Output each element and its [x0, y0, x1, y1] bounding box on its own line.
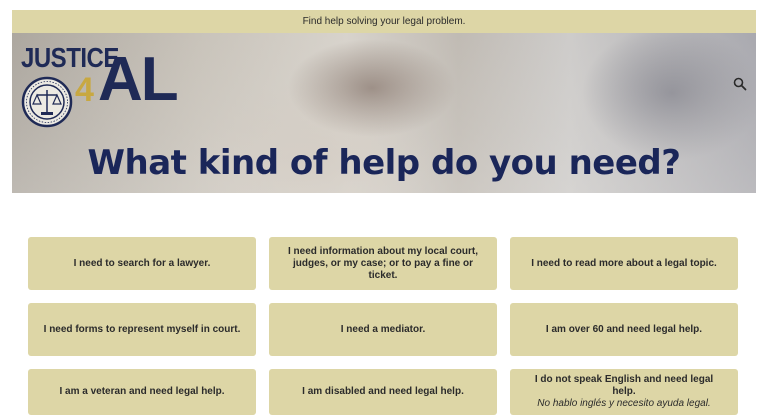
forms-button[interactable]: I need forms to represent myself in cour…: [28, 303, 256, 356]
logo-four-text[interactable]: 4: [75, 71, 94, 110]
card-label: I need forms to represent myself in cour…: [43, 323, 241, 335]
card-label: I am a veteran and need legal help.: [59, 386, 225, 397]
search-icon[interactable]: [733, 77, 747, 91]
card-label: I need to read more about a legal topic.: [531, 257, 717, 269]
card-sublabel: No hablo inglés y necesito ayuda legal.: [537, 398, 711, 409]
disabled-button[interactable]: I am disabled and need legal help.: [269, 369, 497, 415]
legal-topic-button[interactable]: I need to read more about a legal topic.: [510, 237, 738, 290]
hero-banner: JUSTICE 4 AL What kind of help do you ne…: [12, 33, 756, 193]
card-label: I need information about my local court,…: [287, 245, 479, 281]
alabama-seal-icon: [21, 76, 73, 128]
top-announcement-bar: Find help solving your legal problem.: [12, 10, 756, 33]
court-info-button[interactable]: I need information about my local court,…: [269, 237, 497, 290]
card-label: I do not speak English and need legal he…: [534, 374, 714, 397]
card-label: I need to search for a lawyer.: [73, 257, 211, 269]
mediator-button[interactable]: I need a mediator.: [269, 303, 497, 356]
card-label: I need a mediator.: [340, 323, 426, 335]
search-lawyer-button[interactable]: I need to search for a lawyer.: [28, 237, 256, 290]
over-60-button[interactable]: I am over 60 and need legal help.: [510, 303, 738, 356]
logo-al-text[interactable]: AL: [98, 49, 179, 111]
card-label: I am over 60 and need legal help.: [545, 323, 703, 335]
card-label: I am disabled and need legal help.: [302, 386, 464, 397]
veteran-button[interactable]: I am a veteran and need legal help.: [28, 369, 256, 415]
page-title: What kind of help do you need?: [87, 143, 681, 183]
non-english-button[interactable]: I do not speak English and need legal he…: [510, 369, 738, 415]
top-announcement-text: Find help solving your legal problem.: [302, 16, 466, 27]
